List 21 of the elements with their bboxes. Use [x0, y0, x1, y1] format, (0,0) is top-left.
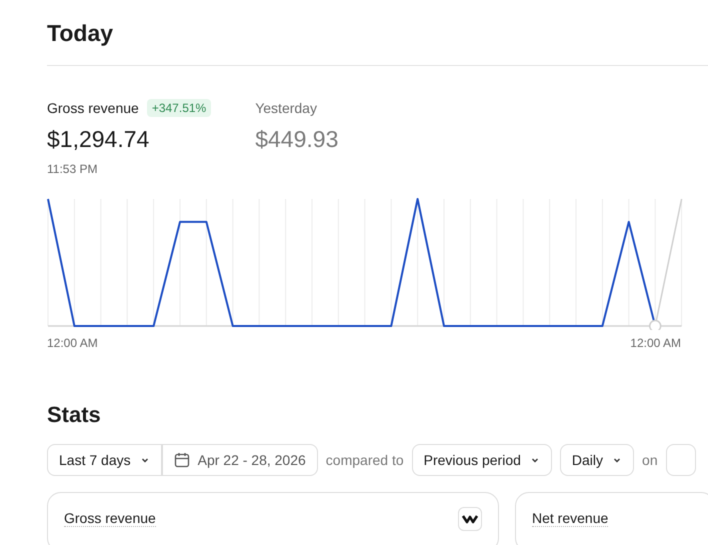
- metric-label: Gross revenue: [47, 100, 139, 116]
- section-title: Stats: [47, 402, 102, 428]
- metric-label: Yesterday: [255, 100, 317, 116]
- zigzag-icon: [462, 513, 478, 525]
- date-range-button[interactable]: Apr 22 - 28, 2026: [162, 444, 318, 476]
- chart-type-button[interactable]: [458, 507, 482, 531]
- filter-label: compared to: [326, 452, 404, 468]
- page-title: Today: [47, 19, 114, 47]
- axis-label: 12:00 AM: [630, 336, 681, 350]
- calendar-icon: [174, 452, 190, 468]
- timestamp: 11:53 PM: [47, 162, 98, 176]
- change-badge: +347.51%: [146, 99, 212, 117]
- dropdown-button[interactable]: Previous period: [412, 444, 552, 476]
- metric-value: $449.93: [255, 125, 338, 153]
- card-title: Net revenue: [532, 510, 608, 527]
- filter-label: on: [642, 452, 658, 468]
- dropdown-button[interactable]: Last 7 days: [47, 444, 162, 476]
- metric-value: $1,294.74: [47, 125, 150, 153]
- axis-label: 12:00 AM: [47, 336, 98, 350]
- card-title: Gross revenue: [64, 510, 156, 527]
- dropdown-button[interactable]: Daily: [560, 444, 634, 476]
